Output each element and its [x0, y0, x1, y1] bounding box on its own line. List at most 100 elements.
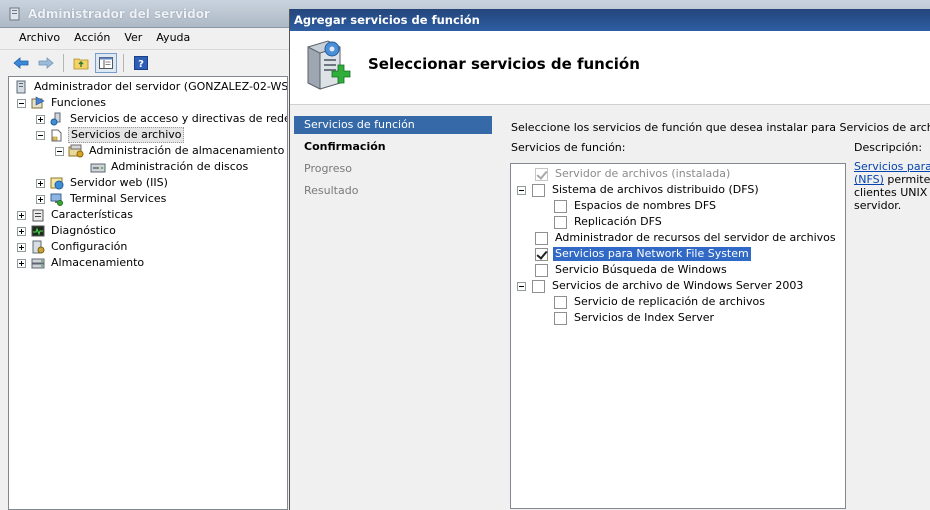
tree-item-servicios-archivo[interactable]: Servicios de archivo	[36, 127, 185, 143]
description-text: permite c	[887, 173, 930, 186]
server-add-icon	[302, 37, 352, 91]
server-icon	[13, 79, 29, 95]
instruction-text: Seleccione los servicios de función que …	[511, 121, 930, 134]
service-checkbox[interactable]	[554, 295, 567, 309]
web-server-icon	[49, 175, 65, 191]
service-item-servidor-archivos: Servidor de archivos (instalada)	[535, 166, 732, 182]
service-label: Servicio de replicación de archivos	[574, 295, 765, 308]
service-item-dfs[interactable]: Sistema de archivos distribuido (DFS)	[517, 182, 761, 198]
service-item-ws2003[interactable]: Servicios de archivo de Windows Server 2…	[517, 278, 805, 294]
service-item-busqueda-windows[interactable]: Servicio Búsqueda de Windows	[535, 262, 729, 278]
tree-item-label: Servidor web (IIS)	[70, 176, 168, 189]
service-label: Servicios de Index Server	[574, 311, 714, 324]
expand-icon[interactable]	[17, 258, 26, 268]
service-label: Servicio Búsqueda de Windows	[555, 263, 727, 276]
collapse-icon[interactable]	[517, 185, 526, 195]
storage-management-icon	[68, 143, 84, 159]
tree-item-terminal-services[interactable]: Terminal Services	[36, 191, 168, 207]
expand-icon[interactable]	[36, 194, 45, 204]
service-checkbox[interactable]	[532, 279, 545, 293]
service-checkbox[interactable]	[535, 247, 548, 261]
add-role-services-wizard: Agregar servicios de función Seleccionar…	[289, 9, 930, 510]
service-label: Espacios de nombres DFS	[574, 199, 716, 212]
service-label: Sistema de archivos distribuido (DFS)	[552, 183, 759, 196]
expand-icon[interactable]	[17, 242, 26, 252]
menu-bar: Archivo Acción Ver Ayuda	[0, 28, 300, 48]
tree-item-funciones[interactable]: Funciones	[17, 95, 108, 111]
expand-icon[interactable]	[36, 178, 45, 188]
tree-item-configuracion[interactable]: Configuración	[17, 239, 129, 255]
expand-icon[interactable]	[36, 114, 45, 124]
description-text: servidor.	[854, 199, 902, 212]
collapse-icon[interactable]	[55, 146, 64, 156]
service-item-index-server[interactable]: Servicios de Index Server	[554, 310, 716, 326]
tree-item-diagnostico[interactable]: Diagnóstico	[17, 223, 118, 239]
forward-arrow-icon[interactable]	[35, 53, 57, 73]
menu-ayuda[interactable]: Ayuda	[149, 29, 197, 47]
server-manager-app-icon	[8, 7, 22, 21]
service-label: Servicios para Network File System	[553, 247, 751, 261]
collapse-icon[interactable]	[36, 130, 45, 140]
service-item-replicacion-dfs[interactable]: Replicación DFS	[554, 214, 664, 230]
expand-icon[interactable]	[17, 210, 26, 220]
tree-item-acceso-redes[interactable]: Servicios de acceso y directivas de rede…	[36, 111, 288, 127]
menu-archivo[interactable]: Archivo	[12, 29, 67, 47]
wizard-content: Seleccione los servicios de función que …	[494, 105, 930, 510]
collapse-icon[interactable]	[517, 281, 526, 291]
svg-text:?: ?	[138, 59, 144, 70]
network-policy-icon	[49, 111, 65, 127]
server-manager-title: Administrador del servidor	[28, 6, 210, 21]
tree-item-root[interactable]: Administrador del servidor (GONZALEZ-02-…	[13, 79, 288, 95]
server-manager-tree: Administrador del servidor (GONZALEZ-02-…	[8, 76, 288, 510]
description-text: clientes UNIX a	[854, 186, 930, 199]
tree-item-caracteristicas[interactable]: Características	[17, 207, 135, 223]
toolbar-separator	[123, 53, 124, 72]
features-icon	[30, 207, 46, 223]
tree-item-label: Administrador del servidor (GONZALEZ-02-…	[34, 80, 288, 93]
description-panel: Servicios para N (NFS) permite c cliente…	[854, 160, 930, 212]
service-item-replicacion-archivos[interactable]: Servicio de replicación de archivos	[554, 294, 767, 310]
step-confirmacion[interactable]: Confirmación	[294, 138, 492, 156]
service-checkbox[interactable]	[535, 231, 548, 245]
diagnostics-icon	[30, 223, 46, 239]
expand-icon[interactable]	[17, 226, 26, 236]
service-checkbox[interactable]	[554, 215, 567, 229]
help-icon[interactable]: ?	[130, 53, 152, 73]
menu-ver[interactable]: Ver	[117, 29, 149, 47]
service-checkbox[interactable]	[554, 311, 567, 325]
tree-item-almacenamiento[interactable]: Almacenamiento	[17, 255, 146, 271]
collapse-icon[interactable]	[17, 98, 26, 108]
tree-item-label: Diagnóstico	[51, 224, 116, 237]
disk-management-icon	[90, 159, 106, 175]
tree-item-admin-almacenamiento[interactable]: Administración de almacenamiento y recu	[55, 143, 287, 159]
terminal-services-icon	[49, 191, 65, 207]
service-label: Administrador de recursos del servidor d…	[555, 231, 836, 244]
wizard-title-bar[interactable]: Agregar servicios de función	[290, 9, 930, 31]
up-folder-icon[interactable]	[70, 53, 92, 73]
service-item-nfs[interactable]: Servicios para Network File System	[535, 246, 751, 262]
tree-item-label: Servicios de archivo	[68, 127, 185, 143]
tree-item-label: Configuración	[51, 240, 128, 253]
storage-icon	[30, 255, 46, 271]
wizard-steps-nav: Servicios de función Confirmación Progre…	[290, 105, 494, 510]
service-label: Servidor de archivos (instalada)	[555, 167, 731, 180]
show-hide-tree-icon[interactable]	[95, 52, 117, 73]
service-checkbox[interactable]	[532, 183, 545, 197]
service-item-espacios-nombres-dfs[interactable]: Espacios de nombres DFS	[554, 198, 718, 214]
service-checkbox[interactable]	[535, 263, 548, 277]
back-arrow-icon[interactable]	[10, 53, 32, 73]
description-link[interactable]: Servicios para N	[854, 160, 930, 173]
tree-item-label: Servicios de acceso y directivas de rede…	[70, 112, 288, 125]
step-servicios-de-funcion[interactable]: Servicios de función	[294, 116, 492, 134]
tree-item-label: Almacenamiento	[51, 256, 145, 269]
menu-accion[interactable]: Acción	[67, 29, 117, 47]
wizard-header: Seleccionar servicios de función	[290, 31, 930, 105]
tree-item-label: Terminal Services	[70, 192, 167, 205]
tree-item-servidor-web[interactable]: Servidor web (IIS)	[36, 175, 170, 191]
service-checkbox[interactable]	[554, 199, 567, 213]
configuration-icon	[30, 239, 46, 255]
service-item-admin-recursos[interactable]: Administrador de recursos del servidor d…	[535, 230, 838, 246]
tree-item-admin-discos[interactable]: Administración de discos	[90, 159, 250, 175]
description-link-nfs[interactable]: (NFS)	[854, 173, 884, 186]
roles-icon	[30, 95, 46, 111]
